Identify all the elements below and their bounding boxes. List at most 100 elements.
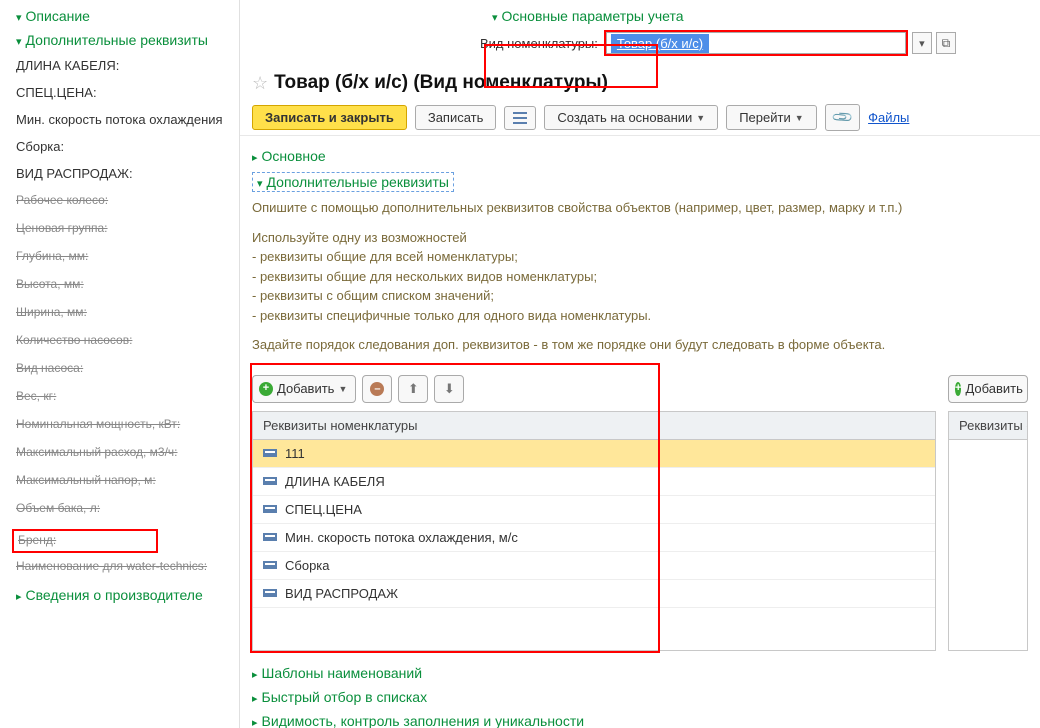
strike-wt-name: Наименование для water-technics: <box>16 559 231 573</box>
create-on-label: Создать на основании <box>557 110 692 125</box>
chevron-down-icon: ▾ <box>16 12 22 24</box>
row-label: 111 <box>285 446 305 461</box>
goto-button[interactable]: Перейти ▼ <box>726 105 816 130</box>
right-grid-header: Реквизиты с <box>949 412 1027 440</box>
nomenclature-value: Товар (б/х и/с) <box>611 34 709 53</box>
section-templates-label: Шаблоны наименований <box>262 665 423 681</box>
section-quick-filter-label: Быстрый отбор в списках <box>262 689 428 705</box>
page-title: Товар (б/х и/с) (Вид номенклатуры) <box>274 72 608 94</box>
section-main[interactable]: ▸ Основное <box>252 148 1028 164</box>
plus-icon: + <box>955 382 961 396</box>
table-row[interactable]: Мин. скорость потока охлаждения, м/с <box>253 524 935 552</box>
section-quick-filter[interactable]: ▸ Быстрый отбор в списках <box>252 689 1028 705</box>
section-extra-header[interactable]: ▾ Дополнительные реквизиты <box>252 172 454 192</box>
strike-nominal-power: Номинальная мощность, кВт: <box>16 417 231 431</box>
table-row[interactable]: СПЕЦ.ЦЕНА <box>253 496 935 524</box>
move-up-button[interactable]: ⬆ <box>398 375 428 403</box>
property-icon <box>263 449 277 457</box>
table-row[interactable]: ДЛИНА КАБЕЛЯ <box>253 468 935 496</box>
strike-brand: Бренд: <box>18 533 56 547</box>
opt-specific: - реквизиты специфичные только для одног… <box>252 306 1028 326</box>
table-row[interactable]: Сборка <box>253 552 935 580</box>
section-extra-props-label: Дополнительные реквизиты <box>26 32 208 48</box>
section-templates[interactable]: ▸ Шаблоны наименований <box>252 665 1028 681</box>
strike-weight: Вес, кг: <box>16 389 231 403</box>
chevron-down-icon: ▾ <box>492 12 498 24</box>
hint-use-one: Используйте одну из возможностей <box>252 228 1028 248</box>
order-hint: Задайте порядок следования доп. реквизит… <box>252 335 1028 355</box>
strike-pump-count: Количество насосов: <box>16 333 231 347</box>
strike-wheel: Рабочее колесо: <box>16 193 231 207</box>
section-main-label: Основное <box>262 148 326 164</box>
field-spec-price: СПЕЦ.ЦЕНА: <box>16 85 231 100</box>
minus-icon: – <box>370 382 384 396</box>
write-button[interactable]: Записать <box>415 105 497 130</box>
add-label-right: Добавить <box>965 381 1022 396</box>
highlight-nomenclature: Товар (б/х и/с) <box>604 30 908 56</box>
table-row[interactable]: ВИД РАСПРОДАЖ <box>253 580 935 608</box>
remove-button[interactable]: – <box>362 375 392 403</box>
chevron-down-icon: ▼ <box>795 113 804 123</box>
chevron-right-icon: ▸ <box>252 152 258 164</box>
row-label: СПЕЦ.ЦЕНА <box>285 502 362 517</box>
highlight-brand: Бренд: <box>12 529 158 553</box>
nomenclature-label: Вид номенклатуры: <box>480 36 598 51</box>
write-close-button[interactable]: Записать и закрыть <box>252 105 407 130</box>
section-description-label: Описание <box>26 8 90 24</box>
chevron-down-icon: ▾ <box>16 36 22 48</box>
property-icon <box>263 533 277 541</box>
add-label: Добавить <box>277 381 334 396</box>
property-icon <box>263 589 277 597</box>
chevron-down-icon: ▾ <box>257 178 263 190</box>
strike-height: Высота, мм: <box>16 277 231 291</box>
field-cable-length: ДЛИНА КАБЕЛЯ: <box>16 58 231 73</box>
property-icon <box>263 561 277 569</box>
arrow-up-icon: ⬆ <box>408 381 419 397</box>
row-label: Сборка <box>285 558 330 573</box>
strike-tank-volume: Объем бака, л: <box>16 501 231 515</box>
section-manufacturer[interactable]: ▸Сведения о производителе <box>16 587 231 603</box>
field-assembly: Сборка: <box>16 139 231 154</box>
section-description[interactable]: ▾ Описание <box>16 8 231 24</box>
section-extra-props[interactable]: ▾ Дополнительные реквизиты <box>16 32 231 48</box>
hint-describe: Опишите с помощью дополнительных реквизи… <box>252 198 1028 218</box>
opt-common-all: - реквизиты общие для всей номенклатуры; <box>252 247 1028 267</box>
chevron-right-icon: ▸ <box>252 693 258 705</box>
table-row[interactable]: 111 <box>253 440 935 468</box>
goto-label: Перейти <box>739 110 791 125</box>
section-main-params[interactable]: ▾Основные параметры учета <box>492 8 684 24</box>
field-sale-type: ВИД РАСПРОДАЖ: <box>16 166 231 181</box>
list-view-button[interactable] <box>504 106 536 130</box>
section-visibility[interactable]: ▸Видимость, контроль заполнения и уникал… <box>252 713 1028 728</box>
grid-header: Реквизиты номенклатуры <box>253 412 935 440</box>
strike-pump-type: Вид насоса: <box>16 361 231 375</box>
paperclip-icon: 📎 <box>830 105 854 129</box>
nomenclature-input[interactable]: Товар (б/х и/с) <box>606 32 906 54</box>
files-link[interactable]: Файлы <box>868 110 909 125</box>
strike-depth: Глубина, мм: <box>16 249 231 263</box>
move-down-button[interactable]: ⬇ <box>434 375 464 403</box>
section-extra-label: Дополнительные реквизиты <box>267 174 449 190</box>
opt-common-several: - реквизиты общие для нескольких видов н… <box>252 267 1028 287</box>
attach-button[interactable]: 📎 <box>825 104 860 131</box>
chevron-right-icon: ▸ <box>252 717 258 728</box>
row-label: Мин. скорость потока охлаждения, м/с <box>285 530 518 545</box>
chevron-right-icon: ▸ <box>252 669 258 681</box>
open-button[interactable]: ⧉ <box>936 32 956 54</box>
field-cooling-speed: Мин. скорость потока охлаждения <box>16 112 231 127</box>
dropdown-button[interactable]: ▾ <box>912 32 932 54</box>
add-button[interactable]: + Добавить ▼ <box>252 375 356 403</box>
arrow-down-icon: ⬇ <box>444 381 455 397</box>
add-button-right[interactable]: + Добавить <box>948 375 1028 403</box>
plus-icon: + <box>259 382 273 396</box>
strike-price-group: Ценовая группа: <box>16 221 231 235</box>
property-icon <box>263 505 277 513</box>
row-label: ВИД РАСПРОДАЖ <box>285 586 398 601</box>
chevron-right-icon: ▸ <box>16 591 22 603</box>
create-on-button[interactable]: Создать на основании ▼ <box>544 105 718 130</box>
property-icon <box>263 477 277 485</box>
chevron-down-icon: ▼ <box>338 384 347 394</box>
list-icon <box>513 111 527 125</box>
strike-max-flow: Максимальный расход, м3/ч: <box>16 445 231 459</box>
star-icon[interactable]: ☆ <box>252 73 268 94</box>
